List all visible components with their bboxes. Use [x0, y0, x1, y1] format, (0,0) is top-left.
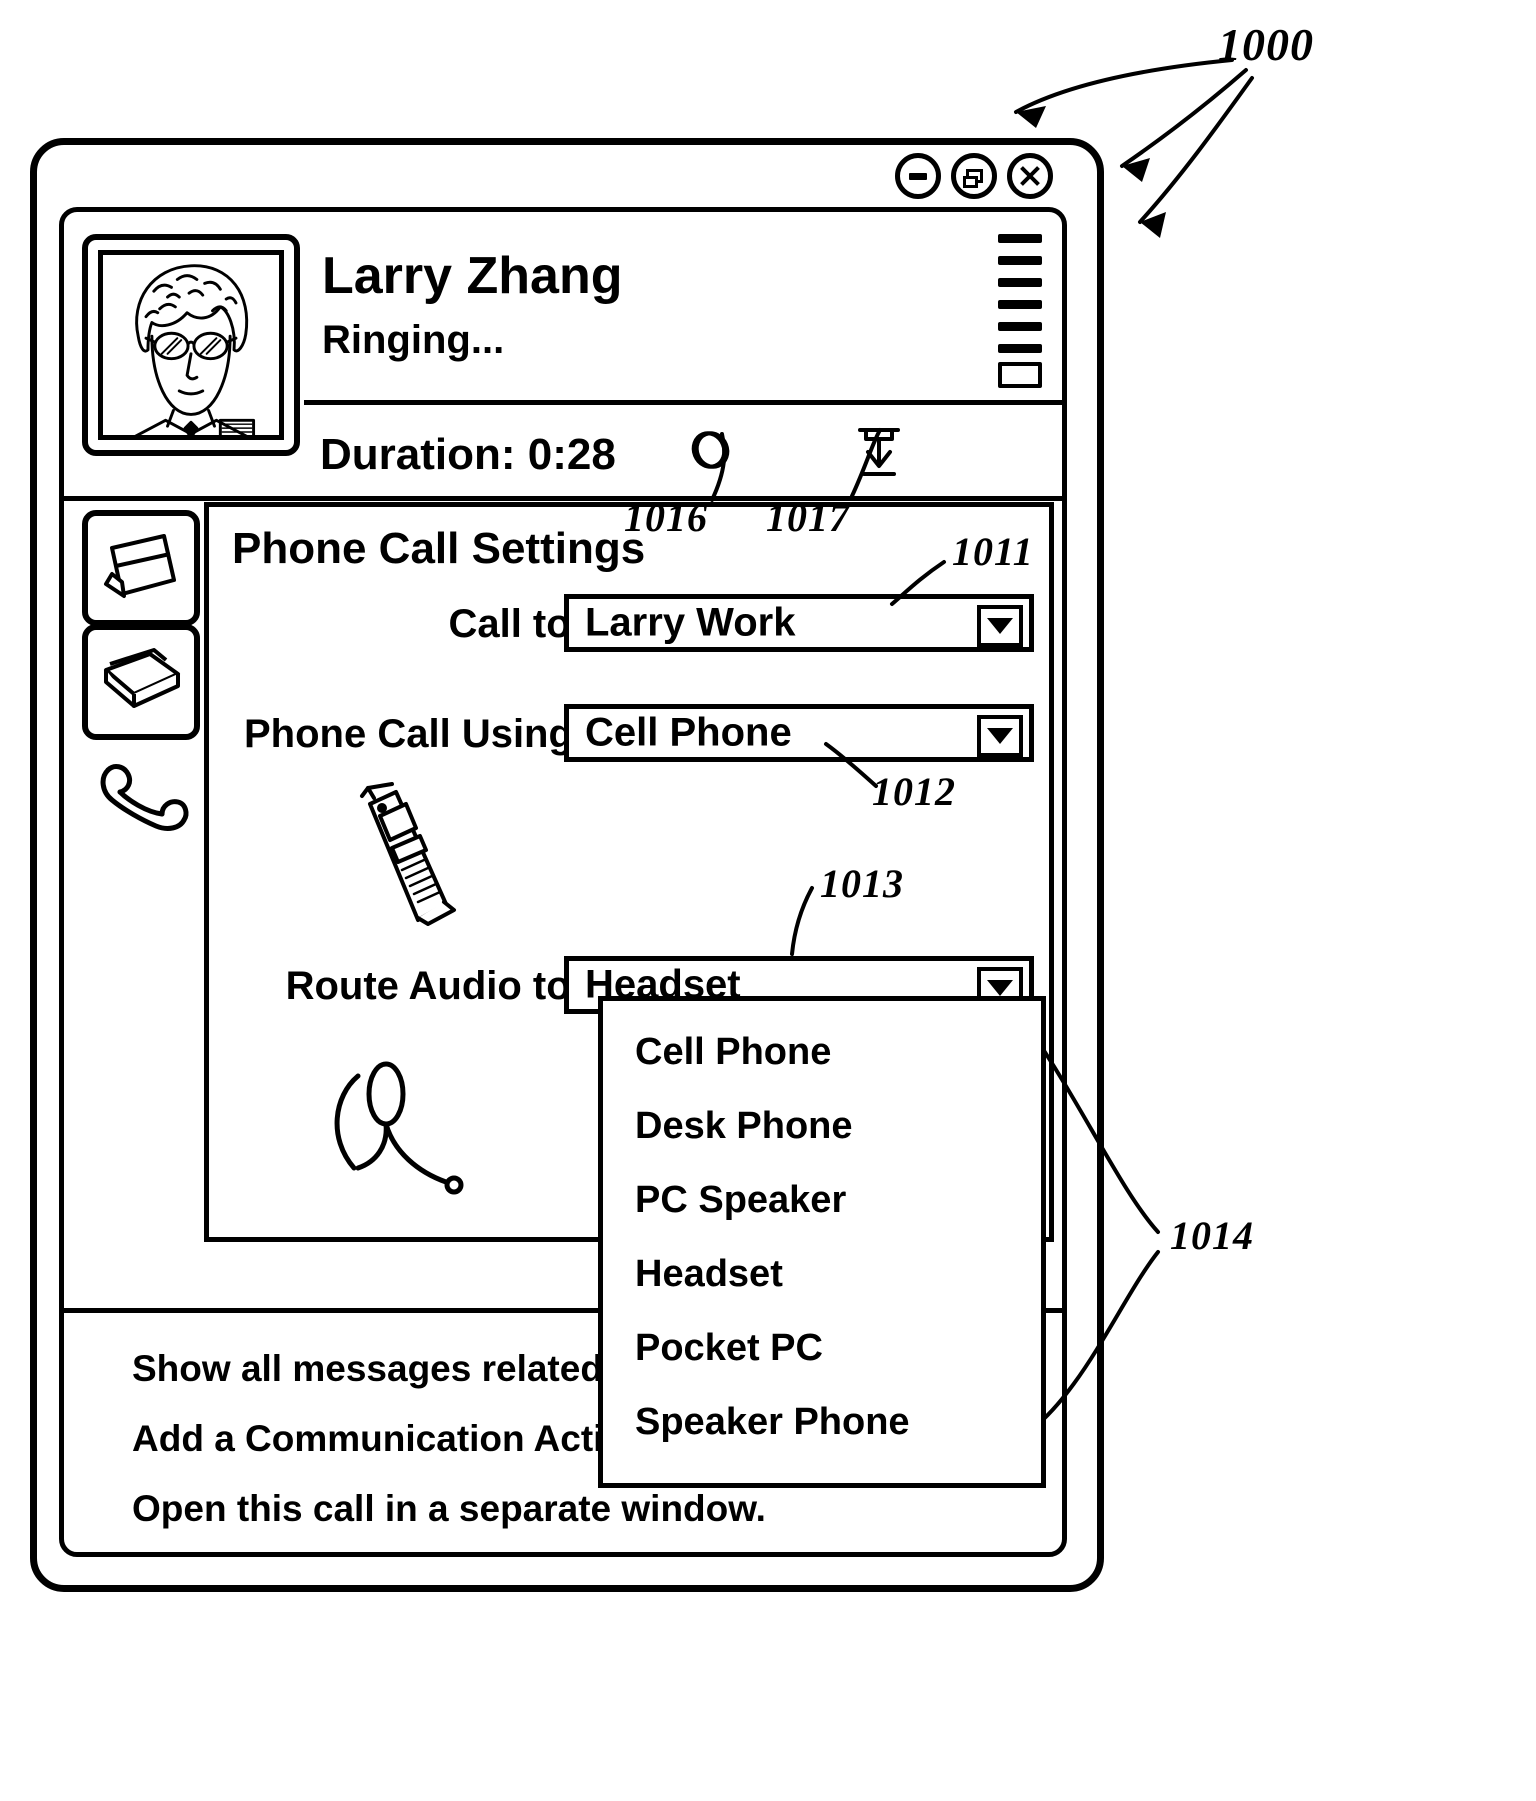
card-stand-icon: [98, 524, 182, 610]
avatar: [82, 234, 300, 456]
cell-phone-icon: [322, 782, 462, 952]
sidebar-item-card[interactable]: [82, 510, 200, 626]
close-button[interactable]: [1007, 153, 1053, 199]
headset-icon: [314, 1042, 504, 1212]
dropdown-option-cell-phone[interactable]: Cell Phone: [635, 1031, 831, 1074]
hang-up-icon[interactable]: [850, 420, 908, 482]
dropdown-option-pc-speaker[interactable]: PC Speaker: [635, 1179, 846, 1222]
handset-icon: [94, 752, 190, 848]
contact-name: Larry Zhang: [322, 247, 623, 305]
hold-icon[interactable]: [684, 424, 740, 480]
phone-call-using-label: Phone Call Using:: [244, 712, 587, 756]
callbar-divider: [64, 496, 1062, 501]
audio-dropdown-list[interactable]: Cell Phone Desk Phone PC Speaker Headset…: [598, 996, 1046, 1488]
call-to-value: Larry Work: [585, 600, 796, 645]
dropdown-option-desk-phone[interactable]: Desk Phone: [635, 1105, 853, 1148]
reference-1016: 1016: [624, 495, 708, 540]
minimize-button[interactable]: [895, 153, 941, 199]
route-audio-to-label: Route Audio to:: [285, 964, 584, 1008]
call-status: Ringing...: [322, 318, 505, 362]
reference-1013: 1013: [820, 861, 904, 906]
chevron-down-icon[interactable]: [977, 605, 1023, 647]
reference-1014: 1014: [1170, 1213, 1254, 1258]
chevron-down-icon[interactable]: [977, 715, 1023, 757]
dropdown-option-headset[interactable]: Headset: [635, 1253, 783, 1296]
reference-1011: 1011: [952, 529, 1034, 574]
reference-1017: 1017: [766, 495, 850, 540]
call-to-combo[interactable]: Larry Work: [564, 594, 1034, 652]
page-title: Phone Call Settings: [232, 524, 646, 573]
title-bar: [37, 145, 1097, 207]
dropdown-option-pocket-pc[interactable]: Pocket PC: [635, 1327, 823, 1370]
phone-call-using-combo[interactable]: Cell Phone: [564, 704, 1034, 762]
sidebar-item-phone[interactable]: [82, 738, 200, 862]
sidebar-item-address-book[interactable]: [82, 624, 200, 740]
panel-grip-bars: [998, 234, 1042, 392]
open-call-separate-window-link[interactable]: Open this call in a separate window.: [132, 1488, 766, 1530]
avatar-portrait-icon: [98, 250, 284, 440]
contact-header: Larry Zhang Ringing...: [64, 212, 1062, 456]
add-communication-activity-label: Add a Communication Activity: [132, 1418, 668, 1459]
phone-call-using-value: Cell Phone: [585, 710, 792, 755]
reference-1012: 1012: [872, 769, 956, 814]
restore-button[interactable]: [951, 153, 997, 199]
call-duration: Duration: 0:28: [320, 430, 616, 479]
dropdown-option-speaker-phone[interactable]: Speaker Phone: [635, 1401, 910, 1444]
figure-reference-1000: 1000: [1218, 19, 1314, 70]
book-icon: [98, 642, 184, 722]
call-to-label: Call to:: [448, 602, 584, 646]
